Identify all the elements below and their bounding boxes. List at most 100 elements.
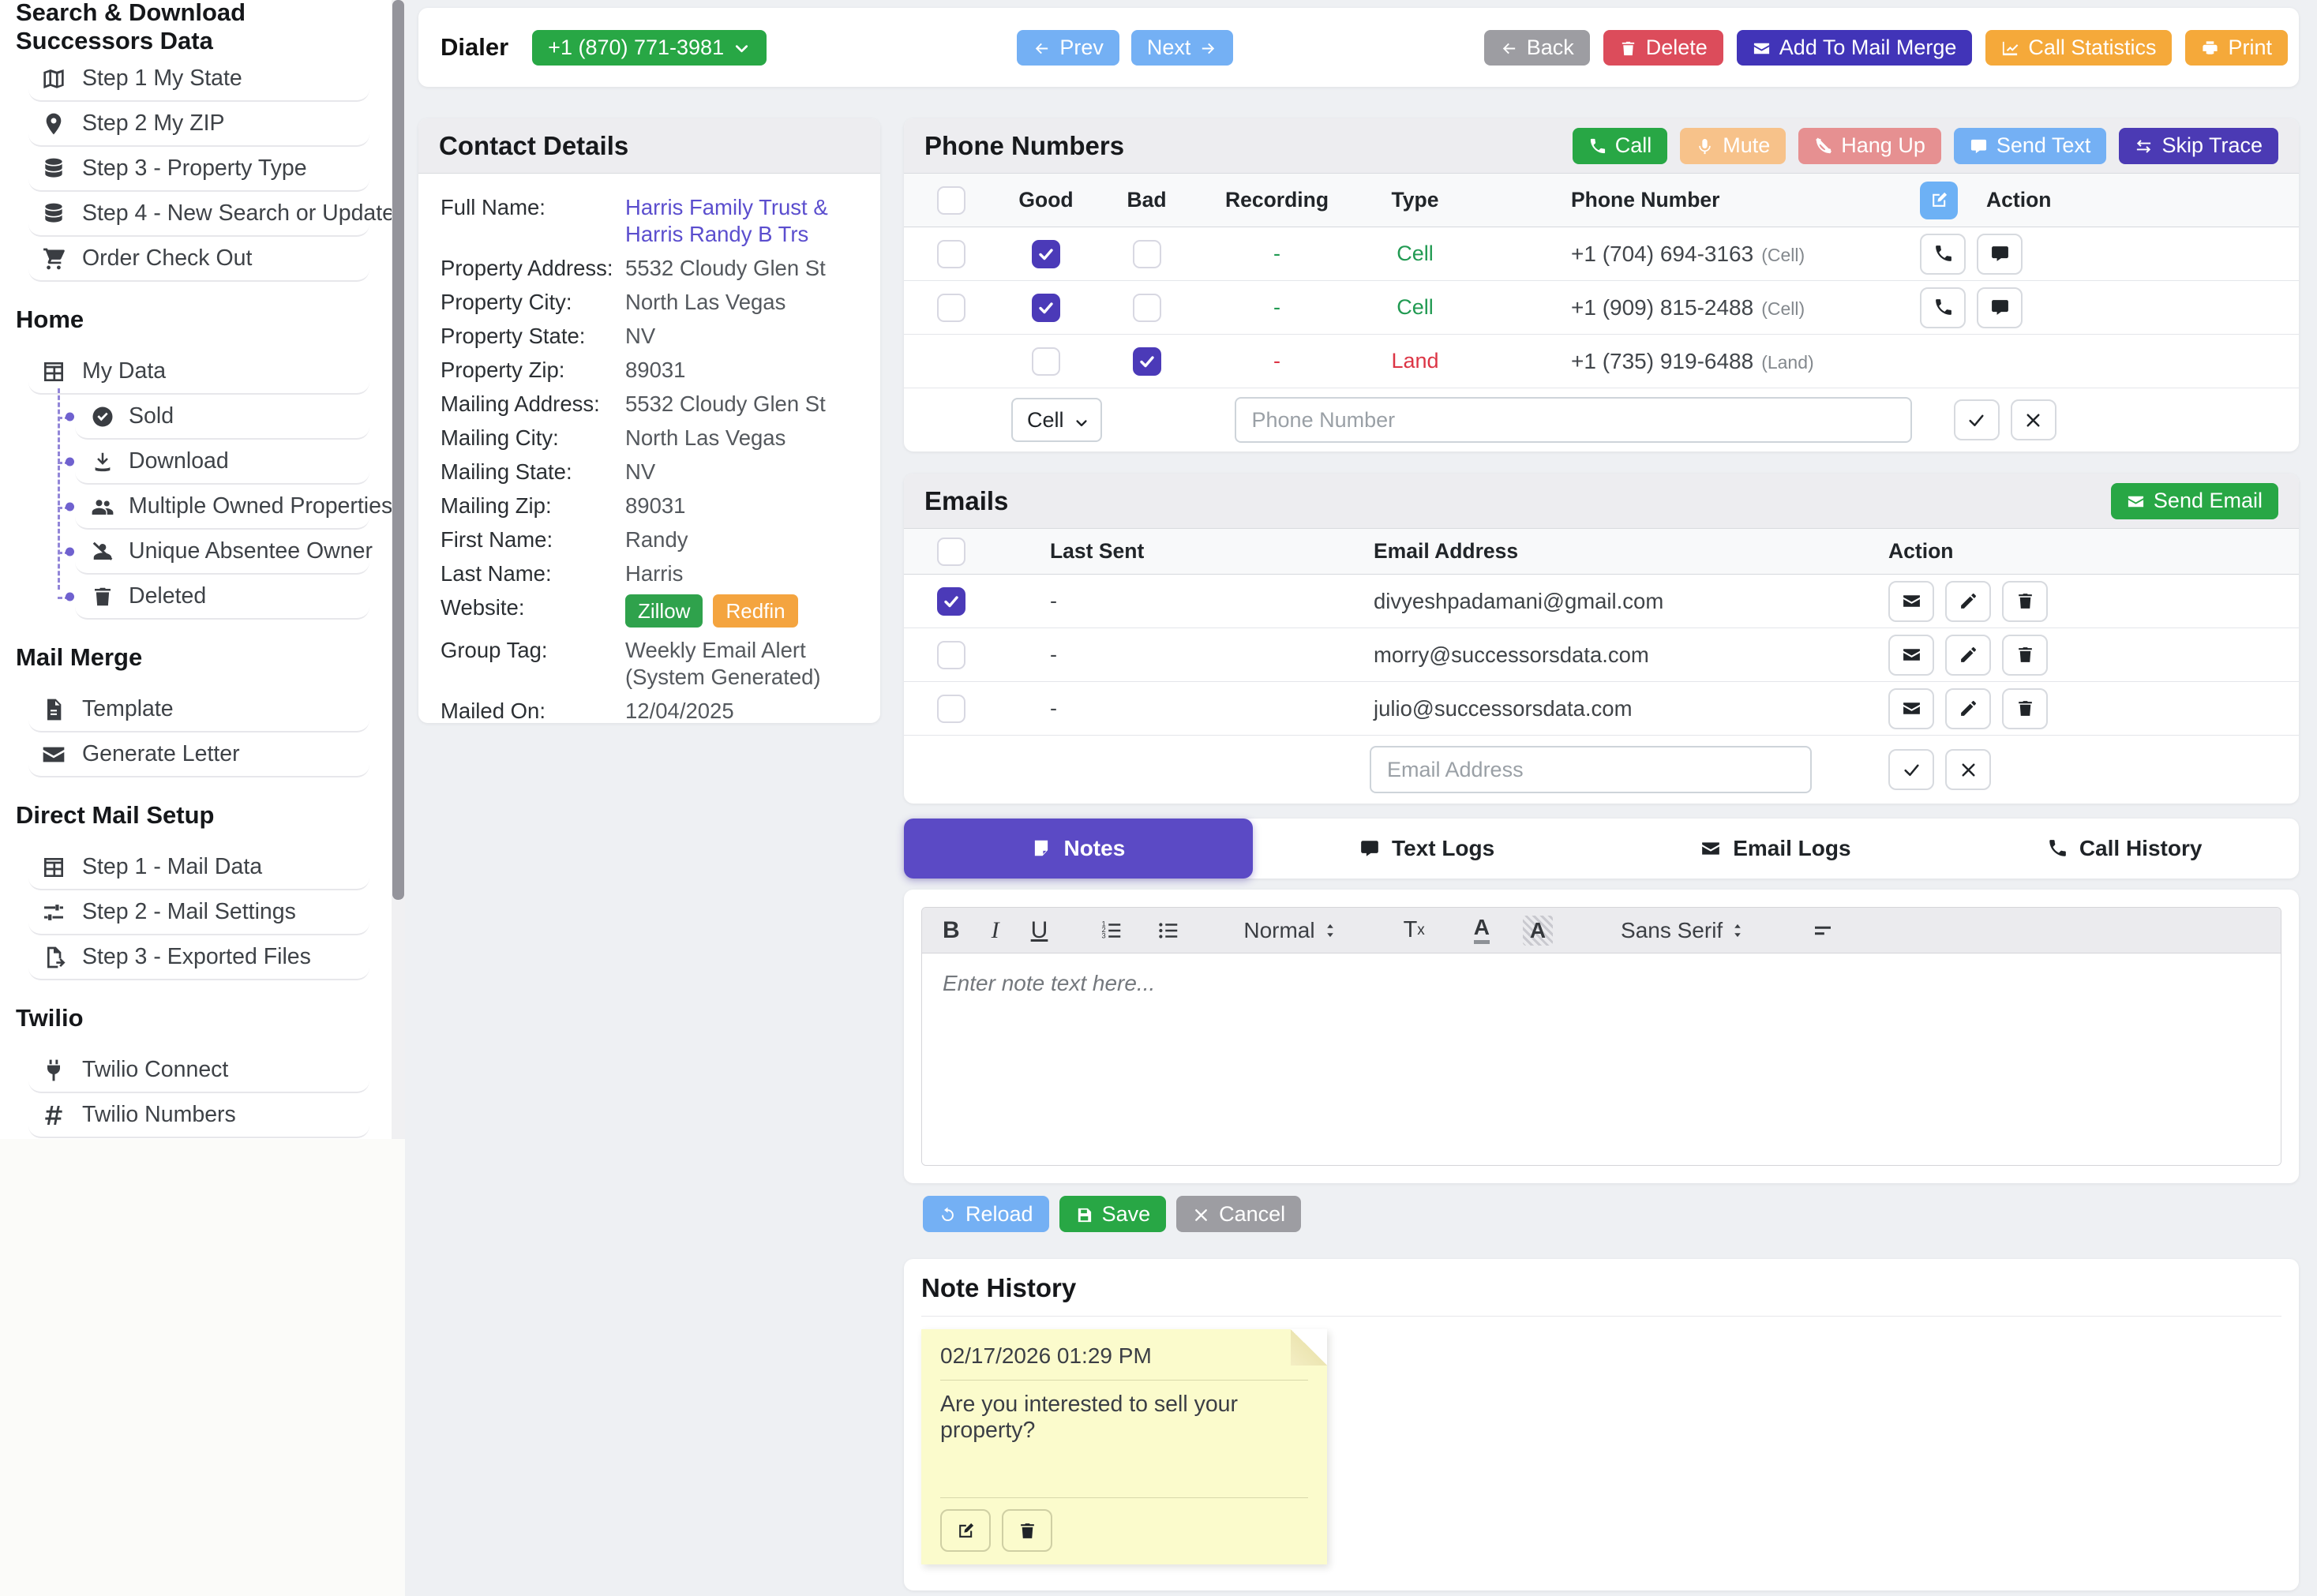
cancel-add-email-button[interactable] — [1945, 749, 1991, 790]
phone-row-checkbox[interactable] — [937, 294, 965, 322]
sidebar-item-step3-property-type[interactable]: Step 3 - Property Type — [28, 147, 369, 192]
text-number-button[interactable] — [1977, 234, 2023, 275]
dialer-number-dropdown[interactable]: +1 (870) 771-3981 — [532, 30, 767, 66]
skip-trace-button[interactable]: Skip Trace — [2119, 128, 2278, 164]
send-to-email-button[interactable] — [1888, 688, 1934, 729]
ordered-list-button[interactable]: 123 — [1100, 919, 1123, 942]
new-email-input[interactable] — [1370, 746, 1812, 793]
sidebar-item-deleted[interactable]: Deleted — [75, 575, 369, 620]
next-button[interactable]: Next — [1131, 30, 1234, 66]
call-button[interactable]: Call — [1573, 128, 1668, 164]
trash-icon — [2015, 645, 2035, 665]
table-icon — [41, 359, 66, 384]
delete-email-button[interactable] — [2002, 688, 2048, 729]
email-row-checkbox[interactable] — [937, 587, 965, 616]
delete-email-button[interactable] — [2002, 635, 2048, 676]
bad-checkbox[interactable] — [1133, 347, 1161, 376]
call-statistics-button[interactable]: Call Statistics — [1985, 30, 2172, 66]
sidebar-item-unique-absentee[interactable]: Unique Absentee Owner — [75, 530, 369, 575]
print-button[interactable]: Print — [2185, 30, 2288, 66]
send-to-email-button[interactable] — [1888, 635, 1934, 676]
zillow-badge[interactable]: Zillow — [625, 594, 703, 628]
phone-select-all-checkbox[interactable] — [937, 186, 965, 215]
text-number-button[interactable] — [1977, 287, 2023, 328]
reload-button[interactable]: Reload — [923, 1196, 1049, 1232]
sidebar-item-generate-letter[interactable]: Generate Letter — [28, 732, 369, 777]
text-color-button[interactable]: A — [1474, 916, 1490, 944]
tab-call-history[interactable]: Call History — [1950, 819, 2299, 879]
sidebar-item-step1-mail-data[interactable]: Step 1 - Mail Data — [28, 845, 369, 890]
good-checkbox[interactable] — [1032, 347, 1060, 376]
sidebar-item-step3-exported-files[interactable]: Step 3 - Exported Files — [28, 935, 369, 980]
call-number-button[interactable] — [1920, 287, 1966, 328]
sidebar-item-sold[interactable]: Sold — [75, 395, 369, 440]
sidebar-scrollbar[interactable] — [392, 0, 405, 1139]
sidebar-item-my-data[interactable]: My Data — [28, 350, 369, 395]
edit-note-button[interactable] — [940, 1509, 991, 1552]
add-to-mail-merge-button[interactable]: Add To Mail Merge — [1737, 30, 1973, 66]
email-row: - divyeshpadamani@gmail.com — [904, 575, 2299, 628]
email-row-checkbox[interactable] — [937, 641, 965, 669]
email-select-all-checkbox[interactable] — [937, 538, 965, 566]
sidebar-item-download[interactable]: Download — [75, 440, 369, 485]
tab-email-logs[interactable]: Email Logs — [1602, 819, 1951, 879]
tab-text-logs[interactable]: Text Logs — [1253, 819, 1602, 879]
save-button[interactable]: Save — [1059, 1196, 1167, 1232]
sidebar-item-multiple-owned[interactable]: Multiple Owned Properties — [75, 485, 369, 530]
mute-button[interactable]: Mute — [1680, 128, 1786, 164]
edit-email-button[interactable] — [1945, 581, 1991, 622]
sidebar-item-twilio-numbers[interactable]: Twilio Numbers — [28, 1093, 369, 1138]
italic-button[interactable]: I — [992, 917, 999, 944]
good-checkbox[interactable] — [1032, 294, 1060, 322]
reload-icon — [939, 1205, 957, 1223]
underline-button[interactable]: U — [1031, 917, 1048, 944]
confirm-add-email-button[interactable] — [1888, 749, 1934, 790]
edit-email-button[interactable] — [1945, 635, 1991, 676]
send-to-email-button[interactable] — [1888, 581, 1934, 622]
clear-formatting-button[interactable]: Tx — [1404, 917, 1425, 943]
align-button[interactable] — [1811, 919, 1835, 942]
delete-email-button[interactable] — [2002, 581, 2048, 622]
paragraph-format-select[interactable]: Normal — [1243, 918, 1340, 943]
bad-checkbox[interactable] — [1133, 240, 1161, 268]
sidebar-item-step2-mail-settings[interactable]: Step 2 - Mail Settings — [28, 890, 369, 935]
sidebar-item-template[interactable]: Template — [28, 687, 369, 732]
font-family-select[interactable]: Sans Serif — [1621, 918, 1748, 943]
delete-button[interactable]: Delete — [1603, 30, 1723, 66]
call-number-button[interactable] — [1920, 234, 1966, 275]
phone-row-checkbox[interactable] — [937, 240, 965, 268]
redfin-badge[interactable]: Redfin — [713, 594, 797, 628]
sidebar-item-label: Order Check Out — [82, 245, 252, 272]
edit-phones-button[interactable] — [1920, 182, 1958, 219]
hang-up-button[interactable]: Hang Up — [1798, 128, 1941, 164]
tab-notes[interactable]: Notes — [904, 819, 1253, 879]
prev-button[interactable]: Prev — [1017, 30, 1119, 66]
sidebar-item-order-check-out[interactable]: Order Check Out — [28, 237, 369, 282]
contact-row: Mailing State: NV — [441, 459, 860, 485]
note-text: Are you interested to sell your property… — [940, 1392, 1308, 1486]
good-checkbox[interactable] — [1032, 240, 1060, 268]
phone-type-select[interactable]: Cell — [1011, 398, 1102, 442]
sidebar-item-step1-my-state[interactable]: Step 1 My State — [28, 57, 369, 102]
send-email-button[interactable]: Send Email — [2111, 483, 2278, 519]
bullet-list-button[interactable] — [1157, 919, 1180, 942]
new-phone-input[interactable] — [1235, 397, 1912, 443]
full-name-link[interactable]: Harris Family Trust & Harris Randy B Trs — [625, 194, 860, 248]
bold-button[interactable]: B — [943, 917, 960, 944]
sidebar-item-twilio-connect[interactable]: Twilio Connect — [28, 1048, 369, 1093]
delete-note-button[interactable] — [1002, 1509, 1052, 1552]
send-text-button[interactable]: Send Text — [1954, 128, 2107, 164]
bad-checkbox[interactable] — [1133, 294, 1161, 322]
sidebar-item-step4-new-search[interactable]: Step 4 - New Search or Updates — [28, 192, 369, 237]
note-icon — [1031, 838, 1052, 859]
confirm-add-phone-button[interactable] — [1954, 399, 2000, 440]
back-button[interactable]: Back — [1484, 30, 1590, 66]
email-row-checkbox[interactable] — [937, 695, 965, 723]
sidebar-scrollbar-thumb[interactable] — [392, 0, 404, 900]
highlight-color-button[interactable]: A — [1523, 916, 1553, 946]
cancel-button[interactable]: Cancel — [1176, 1196, 1301, 1232]
note-text-area[interactable]: Enter note text here... — [922, 953, 2281, 1165]
sidebar-item-step2-my-zip[interactable]: Step 2 My ZIP — [28, 102, 369, 147]
cancel-add-phone-button[interactable] — [2011, 399, 2056, 440]
edit-email-button[interactable] — [1945, 688, 1991, 729]
